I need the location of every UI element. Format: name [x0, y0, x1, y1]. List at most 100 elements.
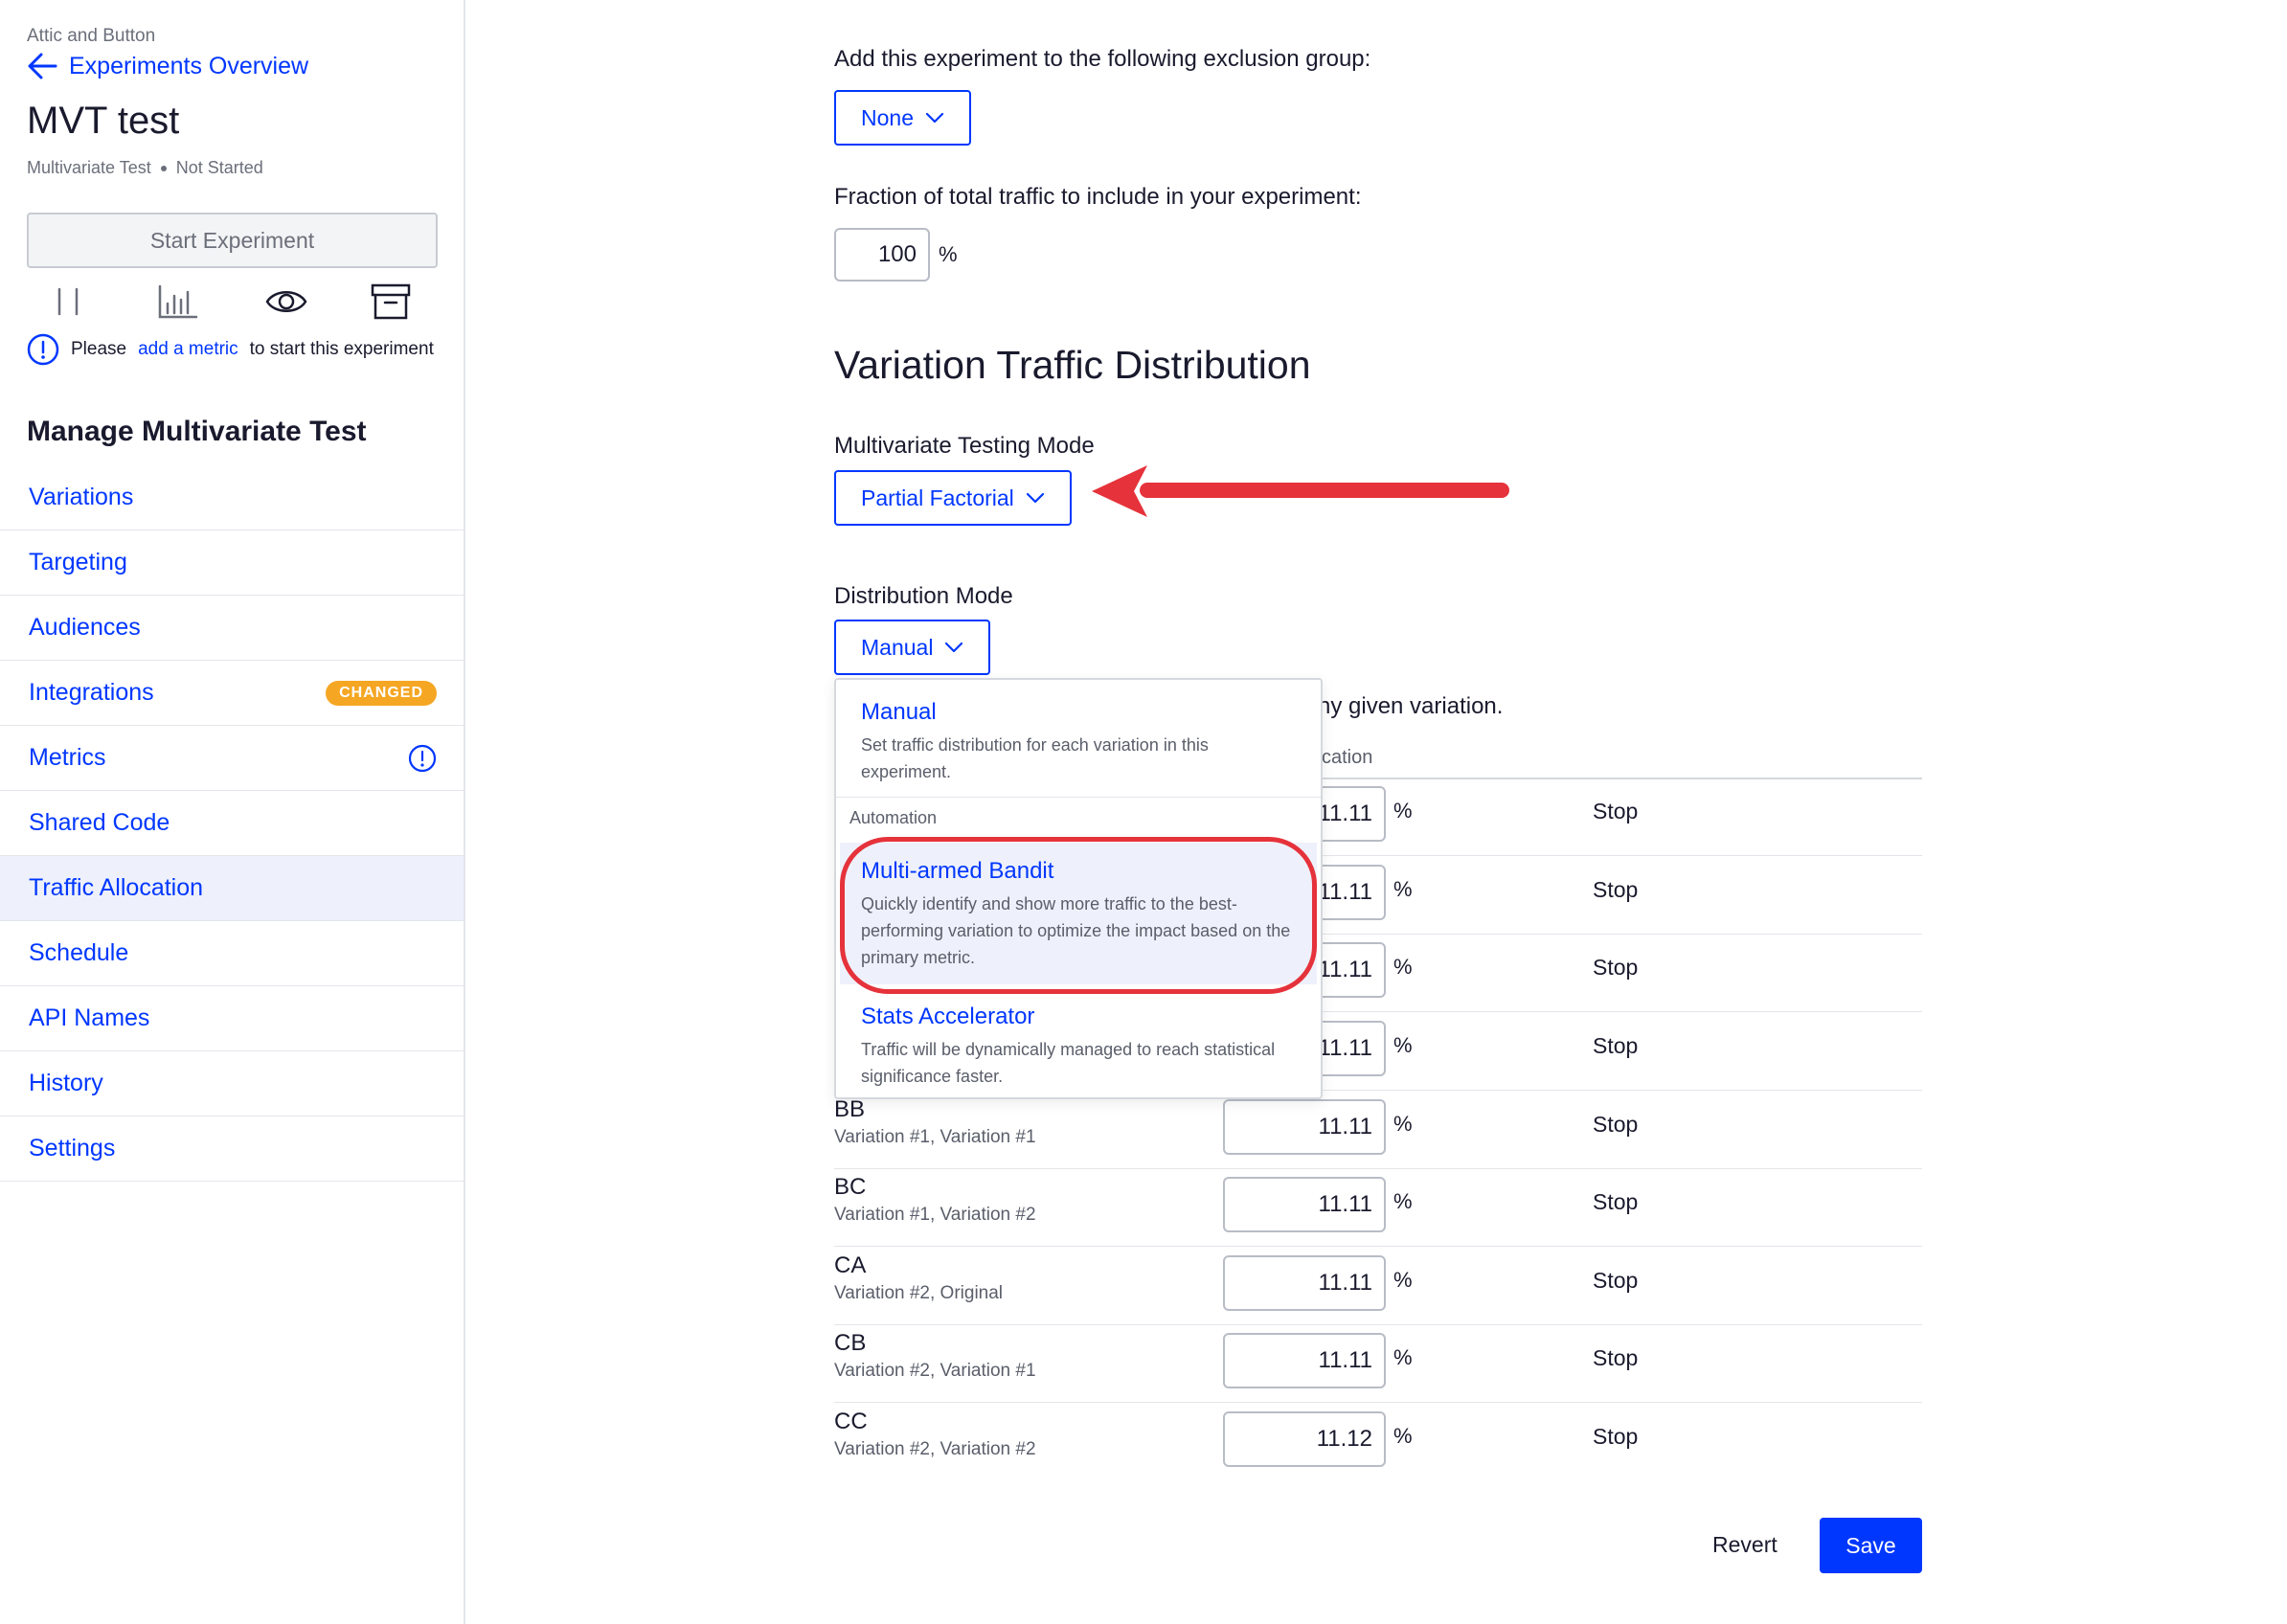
dropdown-value: Manual — [861, 634, 934, 660]
annotation-arrow-icon — [1092, 465, 1509, 517]
bar-chart-icon[interactable] — [157, 282, 199, 322]
menu-group-label: Automation — [849, 808, 938, 827]
experiment-title: MVT test — [27, 100, 180, 142]
nav-label: Shared Code — [29, 809, 170, 836]
sidebar-item-api-names[interactable]: API Names — [0, 986, 464, 1051]
sidebar-item-targeting[interactable]: Targeting — [0, 530, 464, 596]
changed-badge: CHANGED — [326, 680, 437, 706]
nav-label: Traffic Allocation — [29, 874, 204, 901]
chevron-down-icon — [925, 112, 944, 124]
save-button[interactable]: Save — [1820, 1518, 1922, 1573]
chevron-down-icon — [945, 642, 963, 653]
back-to-experiments-link[interactable]: Experiments Overview — [27, 52, 308, 80]
table-row: CA Variation #2, Original % Stop — [834, 1247, 1922, 1325]
allocation-unit: % — [1393, 877, 1413, 901]
dropdown-value: Partial Factorial — [861, 485, 1014, 510]
warning-suffix: to start this experiment — [249, 339, 434, 359]
variation-name: CA — [834, 1252, 867, 1278]
menu-item-multi-armed-bandit[interactable]: Multi-armed Bandit Quickly identify and … — [836, 858, 1321, 971]
sidebar-item-metrics[interactable]: Metrics — [0, 726, 464, 791]
traffic-fraction-input[interactable] — [834, 228, 930, 282]
experiment-type: Multivariate Test — [27, 158, 151, 177]
archive-icon[interactable] — [370, 282, 412, 322]
revert-button[interactable]: Revert — [1712, 1532, 1778, 1558]
allocation-input[interactable] — [1223, 1099, 1386, 1155]
nav-label: Integrations — [29, 679, 154, 706]
distribution-description: ny given variation. — [1318, 693, 1504, 719]
stop-variation-button[interactable]: Stop — [1593, 955, 1638, 981]
add-metric-link[interactable]: add a metric — [138, 339, 238, 360]
allocation-unit: % — [1393, 1033, 1413, 1057]
stop-variation-button[interactable]: Stop — [1593, 1345, 1638, 1371]
mvt-mode-label: Multivariate Testing Mode — [834, 433, 1095, 459]
option-title: Multi-armed Bandit — [861, 858, 1054, 884]
option-description: Set traffic distribution for each variat… — [861, 735, 1209, 781]
fraction-unit: % — [939, 242, 958, 266]
allocation-unit: % — [1393, 1189, 1413, 1213]
stop-variation-button[interactable]: Stop — [1593, 1033, 1638, 1059]
chevron-down-icon — [1026, 492, 1044, 504]
variation-name: BB — [834, 1096, 866, 1122]
sidebar-item-audiences[interactable]: Audiences — [0, 596, 464, 661]
variation-combination: Variation #2, Variation #2 — [834, 1439, 1036, 1459]
sidebar-item-variations[interactable]: Variations — [0, 465, 464, 530]
table-row: CC Variation #2, Variation #2 % Stop — [834, 1403, 1922, 1481]
option-title: Manual — [861, 699, 937, 725]
menu-divider — [836, 797, 1321, 798]
experiment-actions — [42, 282, 425, 322]
sidebar-item-history[interactable]: History — [0, 1051, 464, 1116]
stop-variation-button[interactable]: Stop — [1593, 877, 1638, 903]
table-row: CB Variation #2, Variation #1 % Stop — [834, 1324, 1922, 1403]
stop-variation-button[interactable]: Stop — [1593, 1424, 1638, 1450]
mvt-mode-dropdown[interactable]: Partial Factorial — [834, 470, 1072, 526]
nav-label: Targeting — [29, 549, 127, 575]
sidebar-item-schedule[interactable]: Schedule — [0, 921, 464, 986]
allocation-input[interactable] — [1223, 1177, 1386, 1232]
distribution-mode-label: Distribution Mode — [834, 583, 1013, 609]
allocation-input[interactable] — [1223, 1255, 1386, 1311]
variation-combination: Variation #2, Variation #1 — [834, 1361, 1036, 1381]
manage-nav: Variations Targeting Audiences Integrati… — [0, 465, 464, 1182]
option-description: Quickly identify and show more traffic t… — [861, 894, 1291, 967]
sidebar: Attic and Button Experiments Overview MV… — [0, 0, 465, 1624]
variation-combination: Variation #1, Variation #1 — [834, 1127, 1036, 1147]
nav-label: Audiences — [29, 614, 141, 641]
info-circle-icon — [408, 744, 437, 772]
sidebar-item-traffic-allocation[interactable]: Traffic Allocation — [0, 856, 464, 921]
eye-icon[interactable] — [264, 282, 308, 322]
nav-label: Settings — [29, 1135, 116, 1162]
stop-variation-button[interactable]: Stop — [1593, 799, 1638, 824]
allocation-unit: % — [1393, 1345, 1413, 1369]
sidebar-item-integrations[interactable]: Integrations CHANGED — [0, 661, 464, 726]
exclusion-group-label: Add this experiment to the following exc… — [834, 46, 1371, 72]
start-experiment-button[interactable]: Start Experiment — [27, 213, 438, 268]
dropdown-value: None — [861, 104, 914, 130]
allocation-column-header: cation — [1322, 747, 1373, 768]
allocation-unit: % — [1393, 1424, 1413, 1448]
warning-prefix: Please — [71, 339, 127, 359]
sidebar-item-settings[interactable]: Settings — [0, 1116, 464, 1182]
nav-label: API Names — [29, 1004, 150, 1031]
distribution-mode-dropdown[interactable]: Manual — [834, 620, 991, 675]
allocation-unit: % — [1393, 955, 1413, 979]
sidebar-item-shared-code[interactable]: Shared Code — [0, 791, 464, 856]
pause-icon[interactable] — [54, 282, 82, 322]
distribution-mode-menu: Manual Set traffic distribution for each… — [834, 678, 1323, 1099]
variation-name: CC — [834, 1409, 868, 1434]
allocation-unit: % — [1393, 799, 1413, 823]
project-name: Attic and Button — [27, 26, 156, 46]
stop-variation-button[interactable]: Stop — [1593, 1112, 1638, 1138]
allocation-input[interactable] — [1223, 1333, 1386, 1388]
variation-name: BC — [834, 1174, 867, 1200]
exclusion-group-dropdown[interactable]: None — [834, 90, 971, 146]
allocation-unit: % — [1393, 1112, 1413, 1136]
menu-item-stats-accelerator[interactable]: Stats Accelerator Traffic will be dynami… — [836, 1004, 1321, 1090]
menu-item-manual[interactable]: Manual Set traffic distribution for each… — [836, 699, 1321, 785]
stop-variation-button[interactable]: Stop — [1593, 1189, 1638, 1215]
allocation-input[interactable] — [1223, 1411, 1386, 1467]
manage-section-title: Manage Multivariate Test — [27, 416, 367, 447]
experiment-status: Not Started — [175, 158, 263, 177]
allocation-unit: % — [1393, 1268, 1413, 1292]
table-row: BB Variation #1, Variation #1 % Stop — [834, 1091, 1922, 1169]
stop-variation-button[interactable]: Stop — [1593, 1268, 1638, 1294]
